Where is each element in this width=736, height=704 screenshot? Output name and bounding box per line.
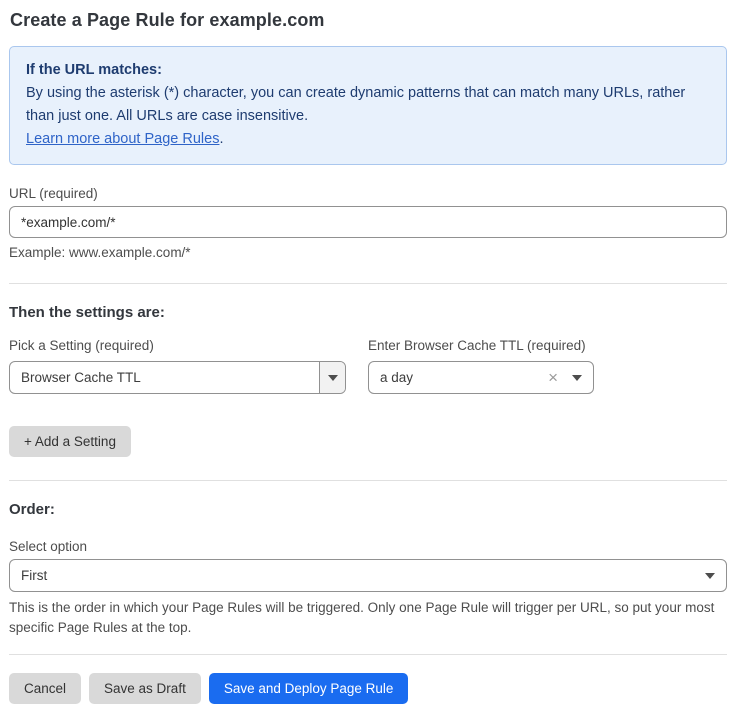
url-field-label: URL (required)	[9, 186, 727, 201]
ttl-picker-value: a day	[369, 370, 548, 385]
url-match-info-box: If the URL matches: By using the asteris…	[9, 46, 727, 165]
setting-picker-label: Pick a Setting (required)	[9, 338, 346, 353]
divider	[9, 480, 727, 481]
settings-row: Pick a Setting (required) Browser Cache …	[9, 321, 727, 394]
chevron-down-icon	[572, 375, 582, 381]
info-box-heading: If the URL matches:	[26, 59, 710, 82]
ttl-picker-column: Enter Browser Cache TTL (required) a day…	[368, 321, 594, 394]
create-page-rule-panel: Create a Page Rule for example.com If th…	[0, 0, 736, 704]
save-and-deploy-button[interactable]: Save and Deploy Page Rule	[209, 673, 409, 704]
order-description: This is the order in which your Page Rul…	[9, 598, 727, 638]
save-as-draft-button[interactable]: Save as Draft	[89, 673, 201, 704]
ttl-picker-label: Enter Browser Cache TTL (required)	[368, 338, 594, 353]
footer-actions: Cancel Save as Draft Save and Deploy Pag…	[9, 673, 727, 704]
url-helper-text: Example: www.example.com/*	[9, 245, 727, 260]
setting-picker-value: Browser Cache TTL	[10, 370, 319, 385]
divider	[9, 283, 727, 284]
chevron-down-icon	[705, 573, 715, 579]
url-input[interactable]	[9, 206, 727, 238]
chevron-down-icon	[328, 375, 338, 381]
settings-section-heading: Then the settings are:	[9, 304, 727, 321]
setting-picker-select[interactable]: Browser Cache TTL	[9, 361, 346, 394]
cancel-button[interactable]: Cancel	[9, 673, 81, 704]
learn-more-link[interactable]: Learn more about Page Rules	[26, 131, 219, 147]
page-title: Create a Page Rule for example.com	[9, 10, 727, 31]
info-box-link-line: Learn more about Page Rules.	[26, 128, 710, 151]
add-setting-button[interactable]: + Add a Setting	[9, 426, 131, 457]
info-box-body: By using the asterisk (*) character, you…	[26, 82, 710, 128]
clear-icon[interactable]: ×	[548, 369, 558, 386]
order-section-heading: Order:	[9, 501, 727, 518]
ttl-picker-select[interactable]: a day ×	[368, 361, 594, 394]
order-select[interactable]: First	[9, 559, 727, 592]
divider	[9, 654, 727, 655]
order-select-label: Select option	[9, 539, 727, 554]
setting-picker-column: Pick a Setting (required) Browser Cache …	[9, 321, 346, 394]
setting-picker-arrow-segment[interactable]	[319, 362, 345, 393]
order-select-value: First	[10, 568, 705, 583]
link-suffix: .	[219, 131, 223, 147]
